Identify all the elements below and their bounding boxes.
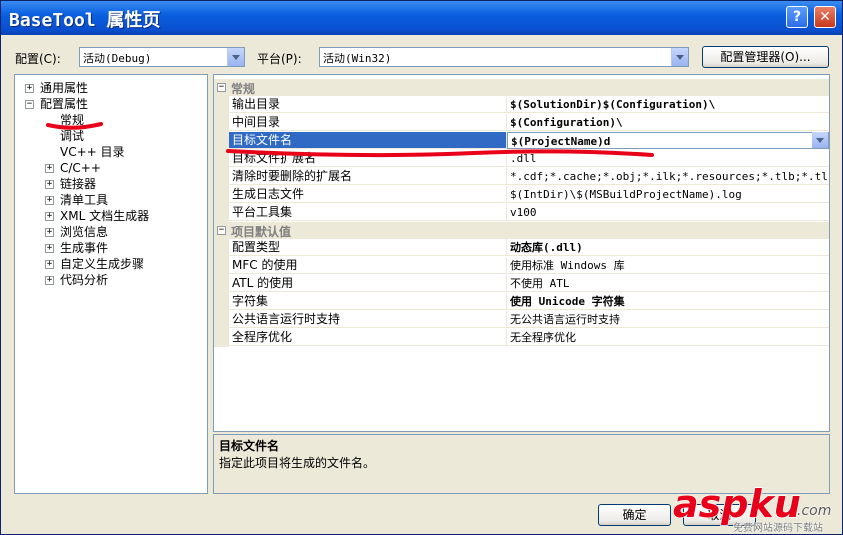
aspku-watermark-logo: aspku .com 免费网站源码下载站 (672, 481, 832, 534)
property-value[interactable]: 无全程序优化 (507, 329, 829, 346)
watermark-suffix: .com (797, 503, 831, 519)
platform-dropdown[interactable]: 活动(Win32) (319, 47, 689, 67)
tree-item-label: 生成事件 (60, 241, 109, 255)
configuration-manager-button[interactable]: 配置管理器(O)... (702, 46, 829, 68)
property-value[interactable]: v100 (507, 204, 829, 221)
red-underline-annotation (46, 122, 103, 130)
property-row-whole-program-optimization[interactable]: 全程序优化 无全程序优化 (214, 329, 829, 347)
expand-icon[interactable]: + (45, 276, 54, 285)
category-project-defaults[interactable]: − 项目默认值 (214, 222, 829, 239)
help-button[interactable]: ? (786, 6, 808, 28)
property-name: MFC 的使用 (229, 257, 507, 274)
property-row-atl-use[interactable]: ATL 的使用 不使用 ATL (214, 275, 829, 293)
property-row-platform-toolset[interactable]: 平台工具集 v100 (214, 204, 829, 222)
platform-label: 平台(P): (257, 52, 302, 66)
property-value[interactable]: 动态库(.dll) (507, 239, 829, 256)
property-value[interactable]: 不使用 ATL (507, 275, 829, 292)
tree-item-label: 自定义生成步骤 (60, 257, 145, 271)
tree-item-label: 代码分析 (60, 273, 109, 287)
window-title: BaseTool 属性页 (9, 10, 161, 31)
property-value[interactable]: $(IntDir)\$(MSBuildProjectName).log (507, 186, 829, 203)
property-row-character-set[interactable]: 字符集 使用 Unicode 字符集 (214, 293, 829, 311)
ok-button[interactable]: 确定 (598, 504, 671, 526)
property-grid: − 常规 输出目录 $(SolutionDir)$(Configuration)… (213, 74, 830, 432)
title-bar[interactable]: BaseTool 属性页 ? ✕ (1, 1, 842, 35)
platform-value: 活动(Win32) (323, 52, 392, 65)
description-title: 目标文件名 (219, 439, 280, 453)
property-name: 字符集 (229, 293, 507, 310)
red-underline-annotation (226, 149, 654, 158)
property-name: 生成日志文件 (229, 186, 507, 203)
tree-item-label: XML 文档生成器 (60, 209, 150, 223)
expand-icon[interactable]: + (45, 212, 54, 221)
property-row-clr-support[interactable]: 公共语言运行时支持 无公共语言运行时支持 (214, 311, 829, 329)
tree-item-label: 浏览信息 (60, 225, 109, 239)
property-value[interactable]: 使用 Unicode 字符集 (507, 293, 829, 310)
property-name: 全程序优化 (229, 329, 507, 346)
config-label: 配置(C): (15, 52, 61, 66)
property-tree: + 通用属性 − 配置属性 常规 调试 VC++ 目录 + C/C++ + 链接… (14, 74, 208, 494)
property-row-mfc-use[interactable]: MFC 的使用 使用标准 Windows 库 (214, 257, 829, 275)
config-dropdown[interactable]: 活动(Debug) (79, 47, 245, 67)
collapse-icon[interactable]: − (217, 226, 226, 235)
watermark-tagline: 免费网站源码下载站 (733, 521, 823, 534)
property-name: ATL 的使用 (229, 275, 507, 292)
chevron-down-icon[interactable] (671, 48, 688, 66)
chevron-down-icon[interactable] (227, 48, 244, 66)
property-name: 平台工具集 (229, 204, 507, 221)
property-value[interactable]: 使用标准 Windows 库 (507, 257, 829, 274)
close-button[interactable]: ✕ (814, 6, 836, 28)
property-pages-window: BaseTool 属性页 ? ✕ 配置(C): 活动(Debug) 平台(P):… (0, 0, 843, 535)
config-value: 活动(Debug) (83, 52, 152, 65)
category-label: 项目默认值 (231, 225, 292, 239)
watermark-brand: aspku (673, 482, 801, 526)
property-name: 配置类型 (229, 239, 507, 256)
property-row-build-log[interactable]: 生成日志文件 $(IntDir)\$(MSBuildProjectName).l… (214, 186, 829, 204)
expand-icon[interactable]: + (45, 244, 54, 253)
description-text: 指定此项目将生成的文件名。 (219, 456, 376, 470)
property-name: 公共语言运行时支持 (229, 311, 507, 328)
property-row-configuration-type[interactable]: 配置类型 动态库(.dll) (214, 239, 829, 257)
property-value[interactable]: 无公共语言运行时支持 (507, 311, 829, 328)
expand-icon[interactable]: + (45, 228, 54, 237)
expand-icon[interactable]: + (45, 260, 54, 269)
